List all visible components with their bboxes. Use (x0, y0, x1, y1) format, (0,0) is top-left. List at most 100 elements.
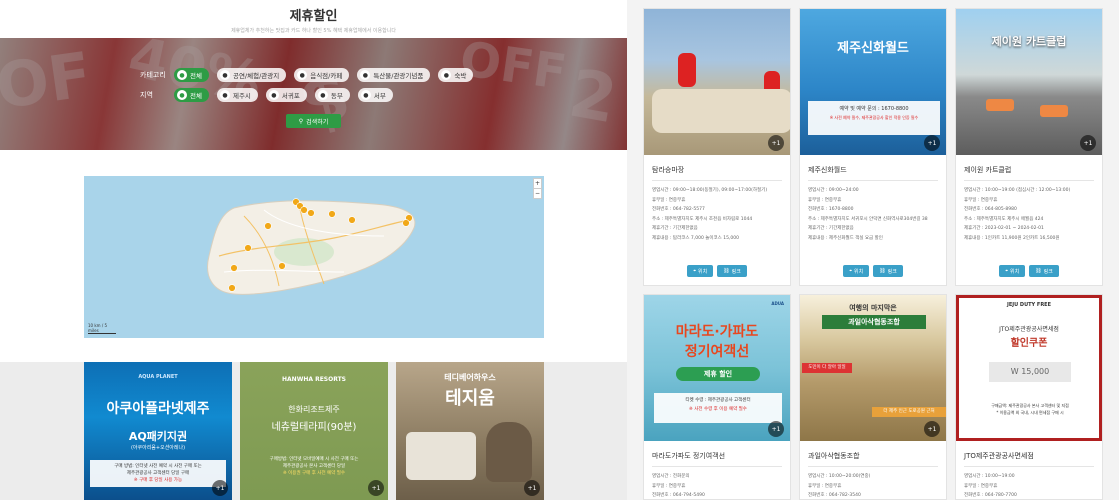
kart-image (1040, 105, 1068, 117)
title-area: 제휴할인 제휴업체가 추천하는 맛집과 카드 하나 할인 5% 혜택 제휴업체에… (0, 0, 627, 38)
link-icon: ⛓ (723, 268, 730, 274)
card-notice: ※ 사전 예약 필수, 제주관광공사 할인 적용 인증 필수 (829, 115, 919, 120)
search-button-label: 검색하기 (306, 119, 329, 126)
category-chip-restaurant[interactable]: ● 음식점/카페 (294, 68, 350, 82)
location-pin-icon: ● (360, 90, 371, 100)
region-chip-seogwipo[interactable]: ● 서귀포 (265, 88, 307, 102)
card-notice: 예약 및 예약 문의 : 1670-8800 (839, 106, 909, 112)
card-logo: AQUA PLANET (138, 374, 178, 380)
elephant-image (486, 422, 532, 482)
category-chip-all[interactable]: ● 전체 (174, 68, 209, 82)
partner-card[interactable]: +1 탐라승마장 영업시간 : 09:00~18:00(동절기), 09:00~… (643, 8, 791, 286)
region-chip-west[interactable]: ● 서부 (357, 88, 393, 102)
card-body: 과일아삭협동조합 영업시간 : 10:00~20:00(연중) 휴무일 : 연중… (800, 451, 946, 500)
map-marker (230, 264, 238, 272)
info-line: 휴무일 : 연중무휴 (964, 483, 998, 489)
card-subtitle: AQ패키지권 (128, 430, 188, 443)
region-chip-all[interactable]: ● 전체 (174, 88, 209, 102)
zoom-in-button[interactable]: + (534, 179, 541, 188)
left-card-teddy[interactable]: 테디베어하우스 테지움 +1 (396, 362, 544, 500)
search-icon: ⚲ (298, 118, 304, 125)
card-title: 한화리조트제주 (288, 405, 340, 414)
zoom-out-button[interactable]: − (534, 188, 541, 198)
category-chip-performance[interactable]: ● 공연/체험/관광지 (216, 68, 287, 82)
map-marker (264, 222, 272, 230)
card-body: JTO제주관광공사면세점 영업시간 : 10:00~19:00 휴무일 : 연중… (956, 451, 1102, 500)
chip-label: 서귀포 (281, 92, 300, 100)
map-scale: 10 km / 5 miles (88, 323, 116, 334)
jeju-map[interactable]: + − 10 km / 5 miles (84, 176, 544, 338)
card-name: JTO제주관광공사면세점 (964, 451, 1094, 467)
map-marker (307, 209, 315, 217)
info-line: 영업시간 : 10:00~19:00 (964, 474, 1015, 479)
coupon-amount: W 15,000 (989, 362, 1071, 382)
partner-card[interactable]: JEJU DUTY FREE JTO제주관광공사면세점 할인쿠폰 W 15,00… (955, 294, 1103, 500)
card-name: 과일아삭협동조합 (808, 451, 938, 467)
card-notice-box: 구매금액: 제주관광공사 본사 고객센터 및 지점 * 이용금액 외 국내, 시… (965, 402, 1095, 416)
info-line: 제휴내용 : 탐라코스 7,000 놀이코스 15,000 (652, 235, 739, 241)
card-subtitle: 테지움 (445, 388, 495, 409)
location-pin-icon: ⌖ (849, 268, 853, 274)
region-chip-jeju-city[interactable]: ● 제주시 (216, 88, 258, 102)
location-button[interactable]: ⌖ 위치 (999, 265, 1026, 277)
card-notice: 티켓 수령 : 제주관광공사 고객센터 (685, 398, 751, 403)
more-badge[interactable]: +1 (524, 480, 540, 496)
info-line: 휴무일 : 연중무휴 (808, 483, 842, 489)
category-chip-lodging[interactable]: ● 숙박 (438, 68, 474, 82)
region-chip-east[interactable]: ● 동부 (314, 88, 350, 102)
card-image-subtitle: 할인쿠폰 (1010, 338, 1048, 349)
more-badge[interactable]: +1 (768, 421, 784, 437)
partner-card[interactable]: 제주신화월드 예약 및 예약 문의 : 1670-8800 ※ 사전 예약 필수… (799, 8, 947, 286)
left-card-hanwha[interactable]: HANWHA RESORTS 한화리조트제주 네츄럴테라피(90분) 구매방법:… (240, 362, 388, 500)
card-title: 테디베어하우스 (444, 373, 496, 382)
card-logo: HANWHA RESORTS (282, 376, 346, 383)
info-line: 영업시간 : 09:00~24:00 (808, 188, 859, 193)
map-marker (278, 262, 286, 270)
info-line: 영업시간 : 10:00~19:00 (점심시간 : 12:00~13:00) (964, 188, 1071, 193)
info-line: 휴무일 : 연중무휴 (808, 197, 842, 203)
card-image-title: 제주신화월드 (837, 41, 909, 56)
partner-card[interactable]: 제이원 카트클럽 +1 제이원 카트클럽 영업시간 : 10:00~19:00 … (955, 8, 1103, 286)
location-pin-icon: ● (219, 90, 230, 100)
card-notice: ※ 이용권 구매 후 사전 예약 필수 (282, 471, 346, 476)
info-line: 전화번호 : 064-782-3540 (808, 493, 861, 498)
link-button[interactable]: ⛓ 링크 (873, 265, 903, 277)
card-image-title: 마라도·가파도 (675, 324, 759, 340)
card-body: 제주신화월드 영업시간 : 09:00~24:00 휴무일 : 연중무휴 전화번… (800, 165, 946, 243)
card-image: 여행의 마지막은 과일아삭협동조합 도민이 다 알아 일일 더 제주 인근 도로… (800, 295, 946, 441)
more-badge[interactable]: +1 (924, 421, 940, 437)
more-badge[interactable]: +1 (1080, 135, 1096, 151)
card-notice-box: 예약 및 예약 문의 : 1670-8800 ※ 사전 예약 필수, 제주관광공… (808, 101, 940, 135)
location-button[interactable]: ⌖ 위치 (687, 265, 714, 277)
more-badge[interactable]: +1 (924, 135, 940, 151)
card-notice: ※ 구매 후 당일 사용 가능 (133, 478, 183, 483)
card-image-subtitle: 정기여객선 (684, 344, 750, 360)
card-body: 마라도가파도 정기여객선 영업시간 : 전화문의 휴무일 : 연중무휴 전화번호… (644, 451, 790, 500)
location-button[interactable]: ⌖ 위치 (843, 265, 870, 277)
more-badge[interactable]: +1 (768, 135, 784, 151)
jeep-image (406, 432, 476, 480)
info-line: 주소 : 제주특별자치도 제주시 애월읍 424 (964, 216, 1044, 222)
partner-card[interactable]: 여행의 마지막은 과일아삭협동조합 도민이 다 알아 일일 더 제주 인근 도로… (799, 294, 947, 500)
info-line: 전화번호 : 1670-8800 (808, 207, 854, 212)
button-label: 링크 (887, 268, 897, 275)
more-badge[interactable]: +1 (212, 480, 228, 496)
map-marker (244, 244, 252, 252)
card-image: 제이원 카트클럽 +1 (956, 9, 1102, 155)
card-name: 제이원 카트클럽 (964, 165, 1094, 181)
left-card-aqua[interactable]: AQUA PLANET 아쿠아플라넷제주 AQ패키지권 (아쿠아리움+오션아레나… (84, 362, 232, 500)
search-button[interactable]: ⚲ 검색하기 (286, 114, 341, 128)
category-chip-souvenir[interactable]: ● 특산물/관광기념품 (357, 68, 431, 82)
more-badge[interactable]: +1 (368, 480, 384, 496)
chip-label: 음식점/카페 (310, 72, 343, 80)
right-panel: +1 탐라승마장 영업시간 : 09:00~18:00(동절기), 09:00~… (627, 0, 1119, 500)
info-line: 휴무일 : 연중무휴 (652, 197, 686, 203)
map-marker (348, 216, 356, 224)
card-notice: 구매 방법: 인터넷 사전 예약 시 사전 구매 또는 (114, 464, 202, 469)
partner-card[interactable]: ADUA 마라도·가파도 정기여객선 제휴 할인 티켓 수령 : 제주관광공사 … (643, 294, 791, 500)
button-label: 링크 (1043, 268, 1053, 275)
card-image: +1 (644, 9, 790, 155)
location-pin-icon: ● (441, 70, 452, 80)
link-button[interactable]: ⛓ 링크 (1029, 265, 1059, 277)
link-button[interactable]: ⛓ 링크 (717, 265, 747, 277)
